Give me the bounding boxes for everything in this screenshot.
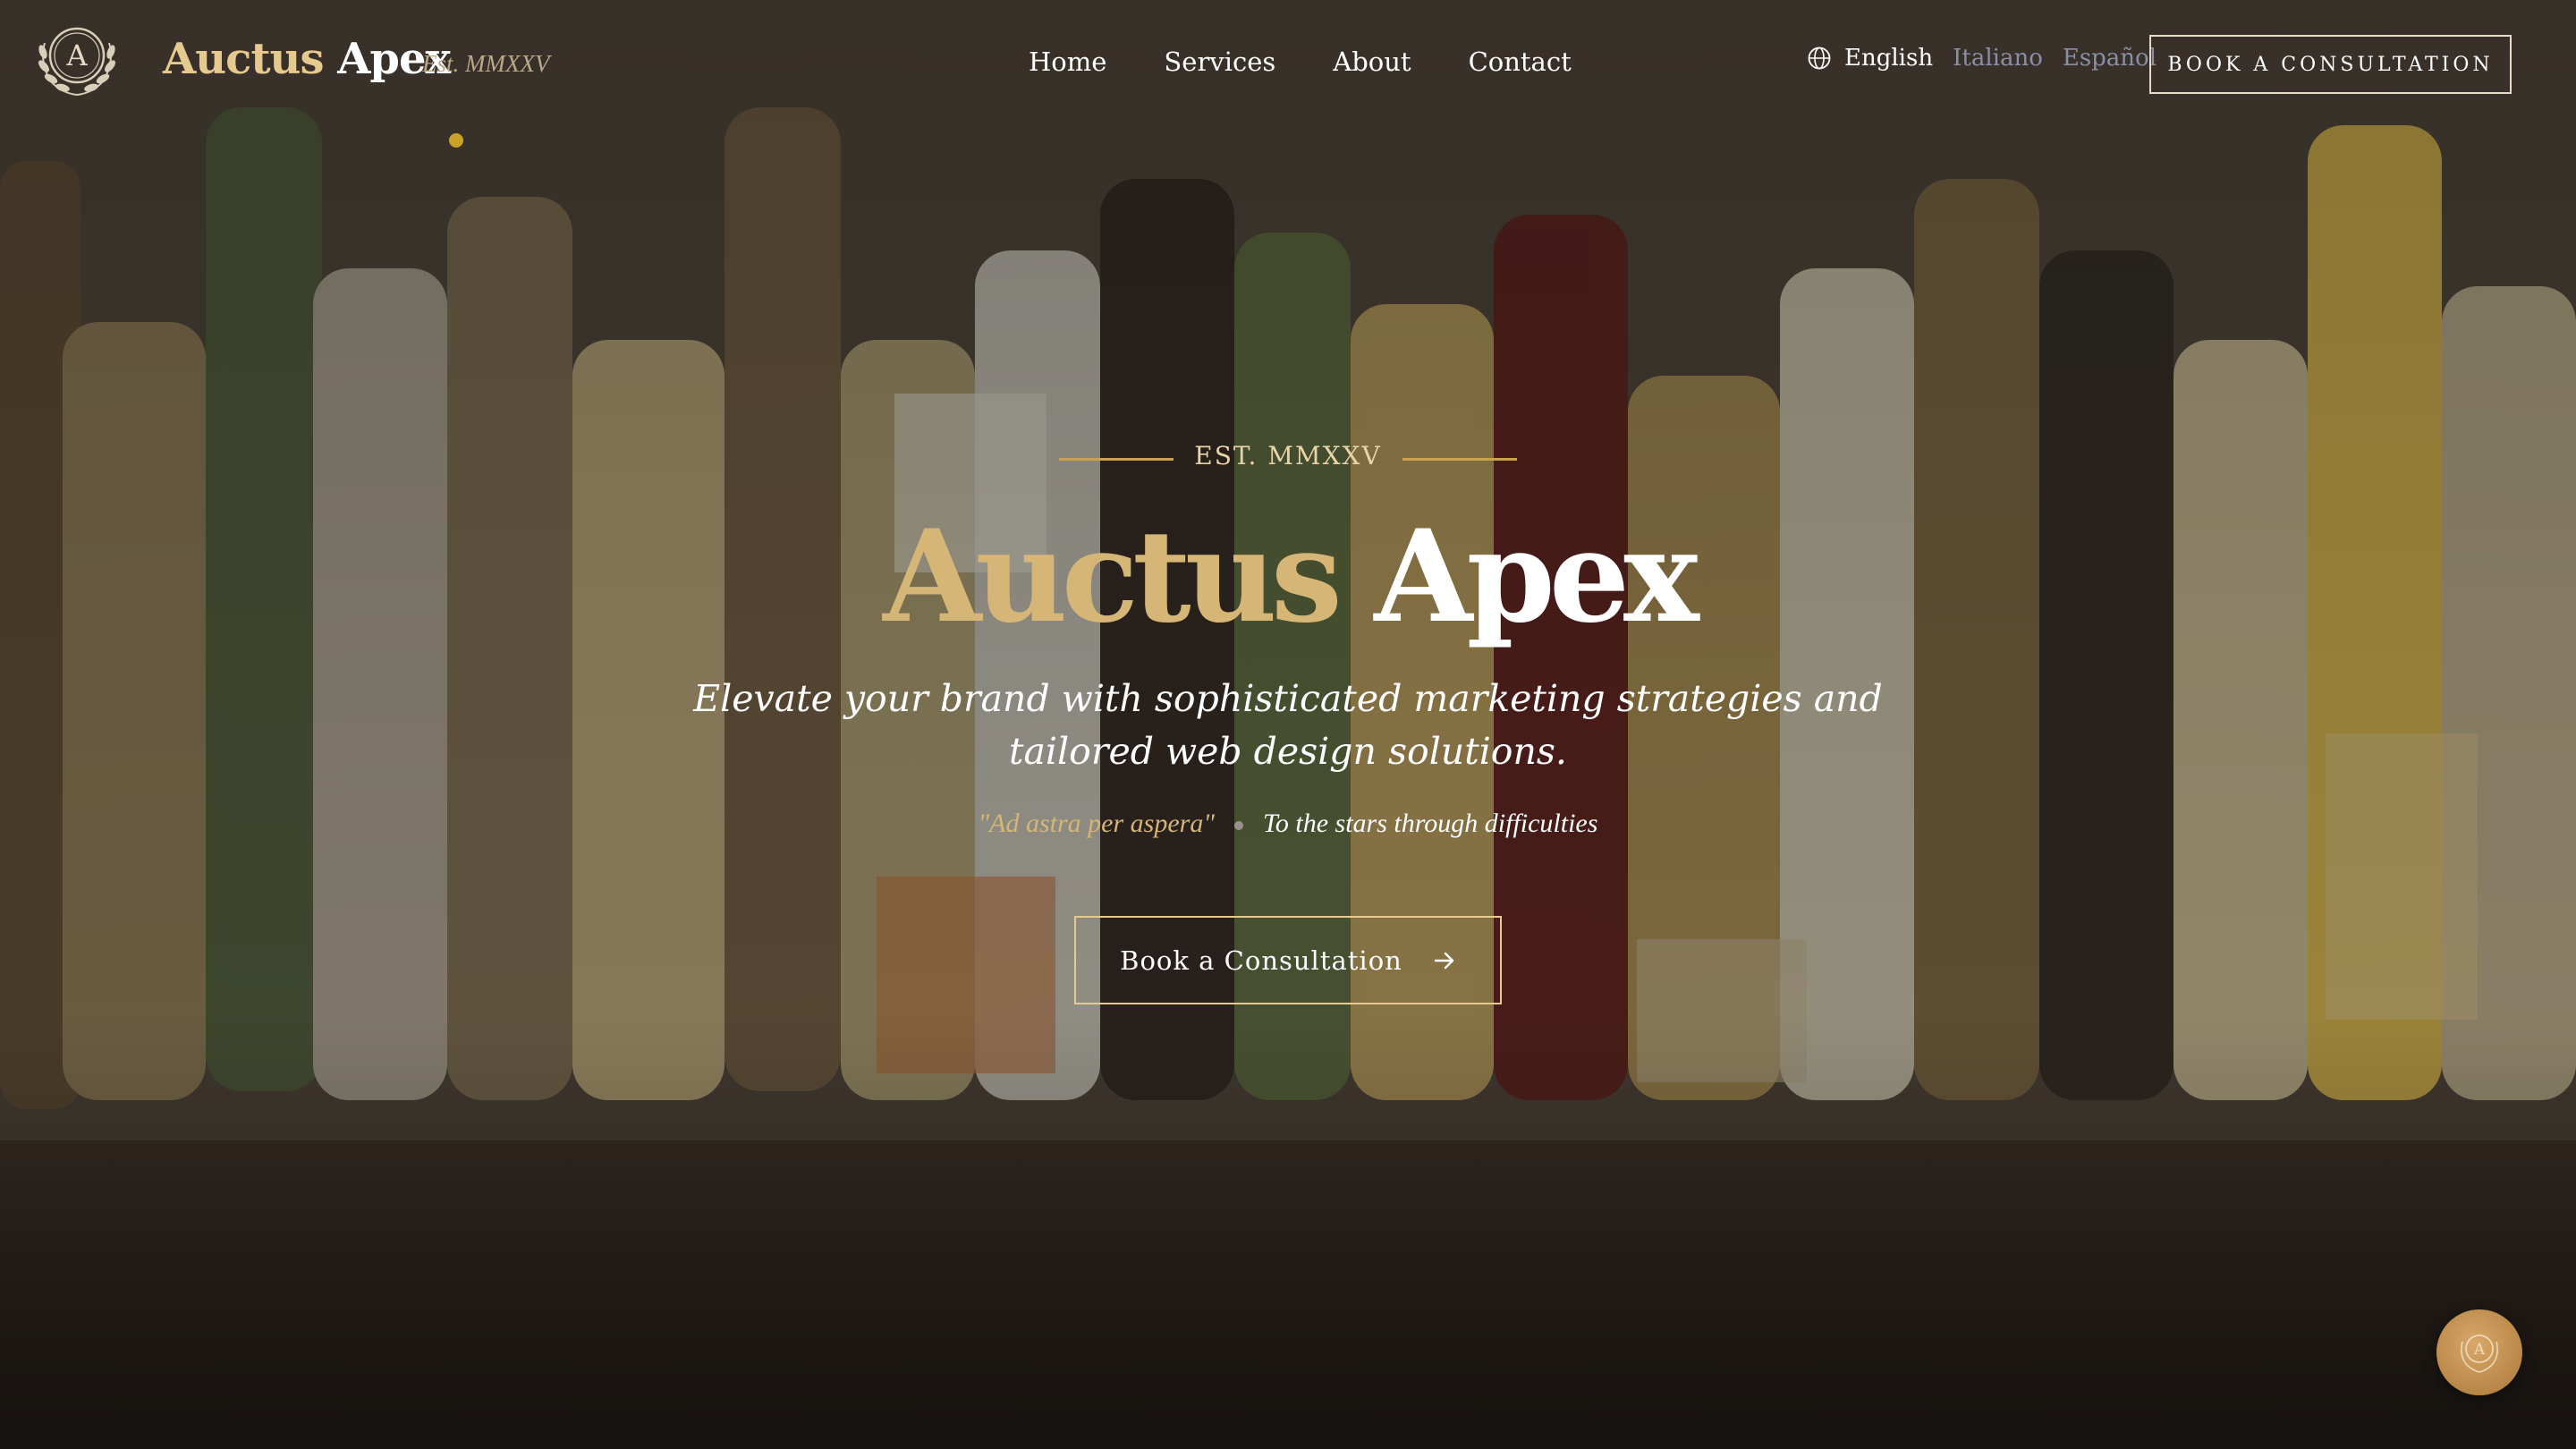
main-nav: Home Services About Contact — [1029, 47, 1629, 77]
nav-link-home[interactable]: Home — [1029, 47, 1106, 77]
hero-cta-label: Book a Consultation — [1120, 945, 1402, 976]
laurel-logo-icon[interactable]: A — [27, 16, 127, 102]
motto-separator-dot — [1233, 821, 1243, 831]
hero-est-label: EST. MMXXV — [1194, 441, 1382, 470]
svg-text:A: A — [2473, 1341, 2486, 1359]
hero-book-consultation-button[interactable]: Book a Consultation — [1074, 916, 1502, 1004]
hero-title-part2: Apex — [1374, 503, 1699, 651]
site-header: A Auctus Apex Est. MMXXV Home Services A… — [0, 0, 2576, 148]
nav-link-about[interactable]: About — [1333, 47, 1411, 77]
brand-name-part1: Auctus — [163, 34, 324, 84]
page: A Auctus Apex Est. MMXXV Home Services A… — [0, 0, 2576, 1449]
globe-icon — [1808, 47, 1831, 70]
svg-text:A: A — [65, 38, 88, 72]
motto-latin: "Ad astra per aspera" — [978, 809, 1215, 838]
laurel-emblem-icon: A — [2461, 1335, 2498, 1373]
language-option-espanol[interactable]: Español — [2063, 45, 2157, 72]
hero-title-part1: Auctus — [883, 503, 1343, 651]
active-indicator-dot — [449, 133, 463, 148]
nav-link-contact[interactable]: Contact — [1469, 47, 1572, 77]
language-switcher: English Italiano Español — [1807, 45, 2176, 72]
hero-motto: "Ad astra per aspera" To the stars throug… — [0, 809, 2576, 839]
hero-subtitle-line1: Elevate your brand with sophisticated ma… — [693, 677, 1883, 720]
floating-emblem-button[interactable]: A — [2436, 1309, 2522, 1395]
motto-translation: To the stars through difficulties — [1262, 809, 1598, 838]
hero-subtitle-line2: tailored web design solutions. — [1009, 730, 1567, 773]
hero-est-line-right — [1402, 458, 1517, 461]
brand-tagline: Est. MMXXV — [422, 50, 550, 77]
hero-title: Auctus Apex — [0, 505, 2576, 648]
nav-link-services[interactable]: Services — [1164, 47, 1275, 77]
arrow-right-icon — [1434, 952, 1454, 969]
hero-subtitle: Elevate your brand with sophisticated ma… — [572, 673, 2004, 778]
hero-est-row: EST. MMXXV — [1059, 441, 1517, 477]
brand-name[interactable]: Auctus Apex — [163, 34, 451, 84]
header-book-consultation-button[interactable]: BOOK A CONSULTATION — [2149, 35, 2512, 94]
language-option-italiano[interactable]: Italiano — [1953, 45, 2043, 72]
language-option-english[interactable]: English — [1844, 45, 1933, 72]
